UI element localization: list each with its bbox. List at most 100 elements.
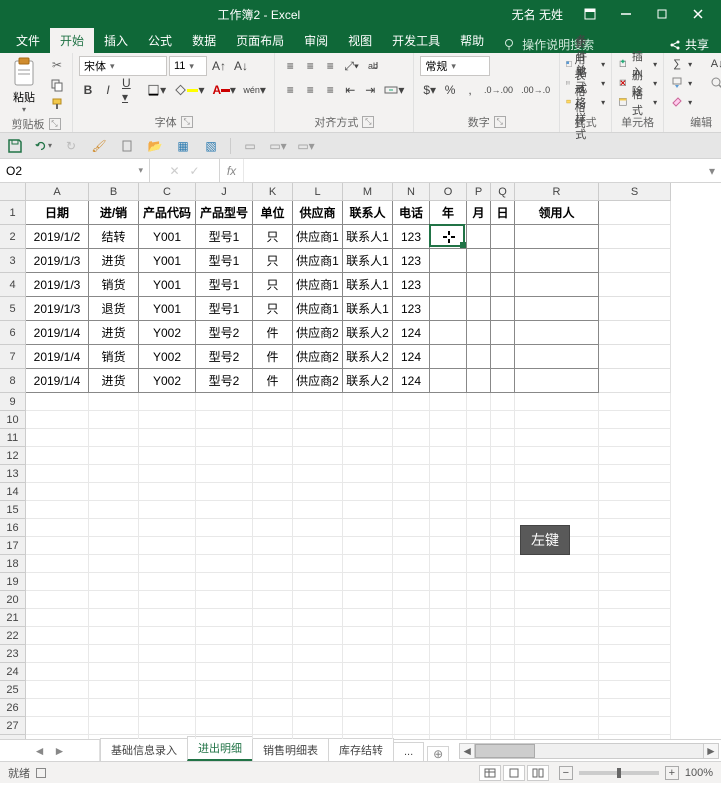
empty-cell[interactable] (253, 735, 293, 739)
empty-cell[interactable] (343, 645, 393, 663)
empty-cell[interactable] (139, 447, 196, 465)
empty-cell[interactable] (599, 645, 671, 663)
data-cell[interactable] (467, 297, 491, 321)
empty-cell[interactable] (253, 699, 293, 717)
empty-cell[interactable] (26, 681, 89, 699)
empty-cell[interactable] (253, 519, 293, 537)
data-cell[interactable]: 型号2 (196, 369, 253, 393)
ribbon-tab-帮助[interactable]: 帮助 (450, 28, 494, 53)
data-cell[interactable]: 件 (253, 321, 293, 345)
row-header-22[interactable]: 22 (0, 627, 26, 645)
select-all-corner[interactable] (0, 183, 26, 201)
empty-cell[interactable] (393, 663, 430, 681)
empty-cell[interactable] (467, 591, 491, 609)
empty-cell[interactable] (139, 717, 196, 735)
data-cell[interactable] (430, 297, 467, 321)
horizontal-scrollbar[interactable]: ◄ ► (457, 740, 721, 761)
redo-button[interactable]: ↻ (62, 137, 80, 155)
data-cell[interactable] (491, 225, 515, 249)
empty-cell[interactable] (599, 699, 671, 717)
empty-cell[interactable] (293, 501, 343, 519)
empty-cell[interactable] (139, 699, 196, 717)
data-cell[interactable]: 型号1 (196, 297, 253, 321)
qat-open[interactable]: 📂 (146, 137, 164, 155)
empty-cell[interactable] (491, 465, 515, 483)
empty-cell[interactable] (89, 735, 139, 739)
header-cell[interactable]: 电话 (393, 201, 430, 225)
data-cell[interactable] (491, 321, 515, 345)
ribbon-tab-数据[interactable]: 数据 (182, 28, 226, 53)
data-cell[interactable]: 进货 (89, 321, 139, 345)
row-header-19[interactable]: 19 (0, 573, 26, 591)
data-cell[interactable]: 供应商1 (293, 273, 343, 297)
empty-cell[interactable] (196, 573, 253, 591)
data-cell[interactable]: Y001 (139, 249, 196, 273)
italic-button[interactable]: I (99, 80, 117, 100)
font-name-combo[interactable]: 宋体▾ (79, 56, 167, 76)
col-header-A[interactable]: A (26, 183, 89, 201)
empty-cell[interactable] (293, 717, 343, 735)
empty-cell[interactable] (139, 411, 196, 429)
empty-cell[interactable] (293, 735, 343, 739)
empty-cell[interactable] (467, 447, 491, 465)
empty-cell[interactable] (196, 735, 253, 739)
data-cell[interactable]: 型号1 (196, 225, 253, 249)
decrease-font-button[interactable]: A↓ (231, 56, 251, 76)
empty-cell[interactable] (293, 591, 343, 609)
empty-cell[interactable] (393, 519, 430, 537)
empty-cell[interactable] (26, 609, 89, 627)
empty-cell[interactable] (430, 573, 467, 591)
align-right-button[interactable]: ≡ (321, 80, 339, 100)
empty-cell[interactable] (599, 465, 671, 483)
empty-cell[interactable] (467, 609, 491, 627)
empty-cell[interactable] (599, 609, 671, 627)
align-center-button[interactable]: ≡ (301, 80, 319, 100)
row-header-12[interactable]: 12 (0, 447, 26, 465)
empty-cell[interactable] (293, 681, 343, 699)
empty-cell[interactable] (599, 393, 671, 411)
empty-cell[interactable] (89, 573, 139, 591)
header-cell[interactable]: 单位 (253, 201, 293, 225)
empty-cell[interactable] (343, 393, 393, 411)
empty-cell[interactable] (196, 519, 253, 537)
empty-cell[interactable] (253, 501, 293, 519)
zoom-out-button[interactable]: − (559, 766, 573, 780)
col-header-M[interactable]: M (343, 183, 393, 201)
align-middle-button[interactable]: ≡ (301, 56, 319, 76)
data-cell[interactable]: 联系人2 (343, 369, 393, 393)
data-cell[interactable] (515, 369, 599, 393)
empty-cell[interactable] (139, 519, 196, 537)
data-cell[interactable] (467, 345, 491, 369)
empty-cell[interactable] (26, 573, 89, 591)
empty-cell[interactable] (89, 393, 139, 411)
empty-cell[interactable] (467, 717, 491, 735)
col-header-R[interactable]: R (515, 183, 599, 201)
empty-cell[interactable] (196, 537, 253, 555)
header-cell[interactable]: 供应商 (293, 201, 343, 225)
copy-button[interactable] (48, 77, 66, 93)
empty-cell[interactable] (430, 465, 467, 483)
col-header-O[interactable]: O (430, 183, 467, 201)
empty-cell[interactable] (515, 501, 599, 519)
data-cell[interactable]: 2019/1/3 (26, 297, 89, 321)
empty-cell[interactable] (253, 429, 293, 447)
empty-cell[interactable] (491, 627, 515, 645)
empty-cell[interactable] (89, 645, 139, 663)
empty-cell[interactable] (393, 699, 430, 717)
empty-cell[interactable] (139, 645, 196, 663)
empty-cell[interactable] (393, 411, 430, 429)
empty-cell[interactable] (139, 609, 196, 627)
col-header-J[interactable]: J (196, 183, 253, 201)
empty-cell[interactable] (253, 645, 293, 663)
empty-cell[interactable] (196, 501, 253, 519)
empty-cell[interactable] (343, 501, 393, 519)
data-cell[interactable]: 只 (253, 273, 293, 297)
empty-cell[interactable] (89, 501, 139, 519)
empty-cell[interactable] (467, 681, 491, 699)
data-cell[interactable]: 123 (393, 273, 430, 297)
align-bottom-button[interactable]: ≡ (321, 56, 339, 76)
empty-cell[interactable] (293, 447, 343, 465)
empty-cell[interactable] (89, 447, 139, 465)
empty-cell[interactable] (491, 699, 515, 717)
data-cell[interactable]: 供应商2 (293, 369, 343, 393)
